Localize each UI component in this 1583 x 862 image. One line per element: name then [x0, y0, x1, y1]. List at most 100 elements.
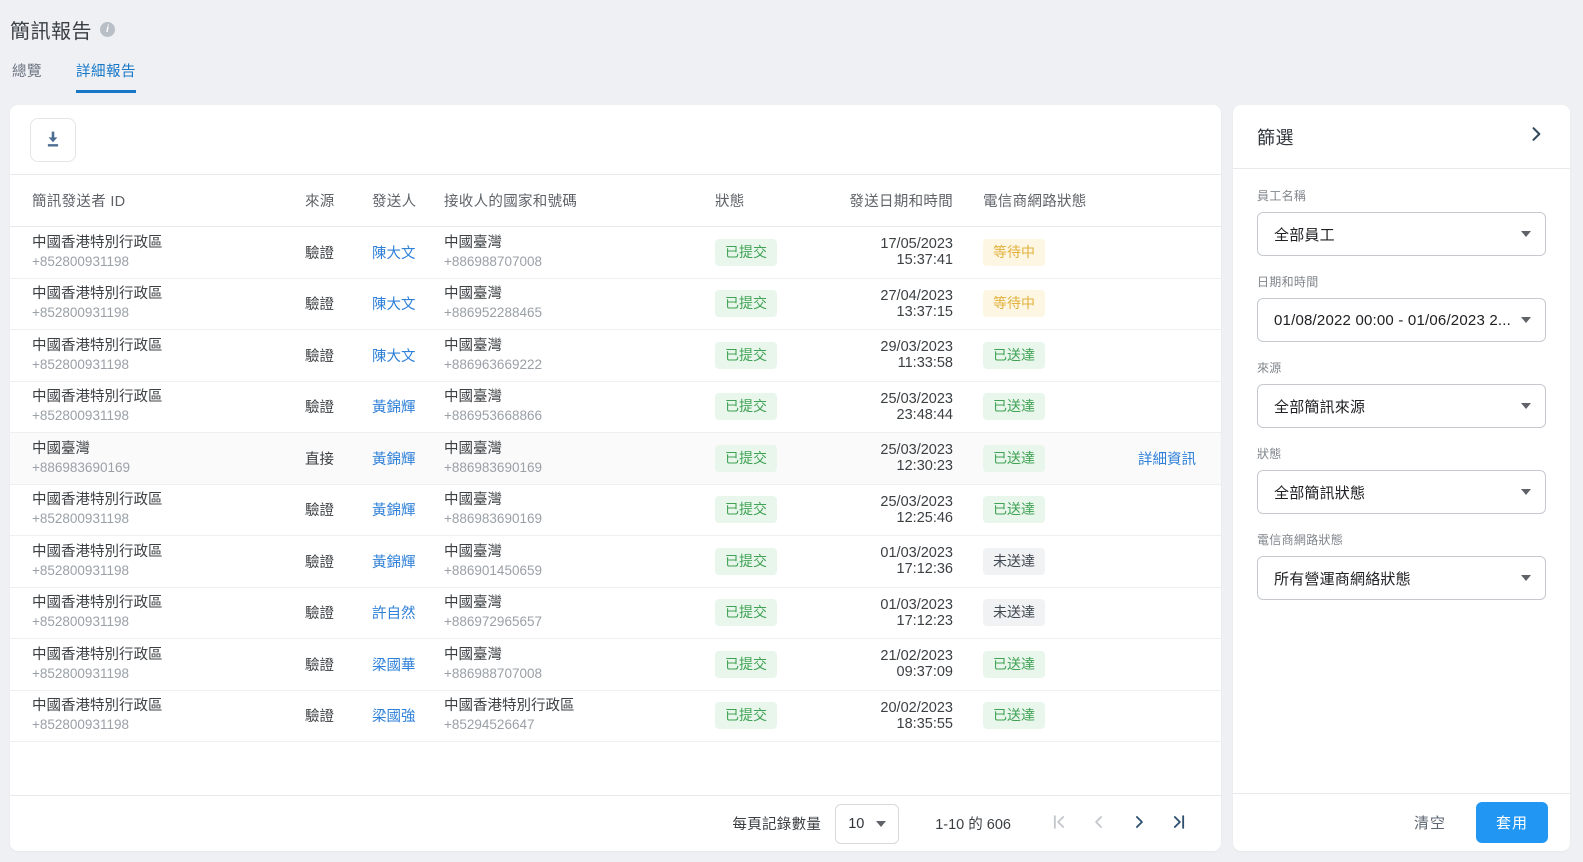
last-page-button[interactable]: [1159, 804, 1199, 844]
detail-info-link[interactable]: 詳細資訊: [1138, 452, 1196, 468]
recipient-country: 中國臺灣: [444, 234, 502, 251]
sender-country: 中國香港特別行政區: [32, 698, 163, 715]
table-row[interactable]: 中國香港特別行政區 +852800931198 驗證 梁國強 中國香港特別行政區…: [10, 691, 1221, 742]
filter-field: 員工名稱 全部員工: [1257, 187, 1546, 256]
chevron-down-icon: [1521, 231, 1531, 237]
table-row[interactable]: 中國香港特別行政區 +852800931198 驗證 黃錦輝 中國臺灣 +886…: [10, 485, 1221, 536]
tab-overview[interactable]: 總覽: [12, 60, 42, 93]
sender-country: 中國香港特別行政區: [32, 337, 163, 354]
table-row[interactable]: 中國香港特別行政區 +852800931198 驗證 黃錦輝 中國臺灣 +886…: [10, 382, 1221, 433]
recipient-number: +886963669222: [444, 356, 542, 372]
column-header-recipient: 接收人的國家和號碼: [444, 194, 578, 210]
carrier-status-badge: 已送達: [983, 650, 1045, 678]
recipient-country: 中國臺灣: [444, 646, 502, 663]
page-size-select[interactable]: 10: [835, 803, 900, 844]
next-page-button[interactable]: [1119, 804, 1159, 844]
table-row[interactable]: 中國香港特別行政區 +852800931198 驗證 陳大文 中國臺灣 +886…: [10, 279, 1221, 330]
sender-name-link[interactable]: 許自然: [372, 602, 444, 623]
filter-field-select[interactable]: 全部員工: [1257, 212, 1546, 256]
sender-number: +852800931198: [32, 408, 129, 424]
sender-name-link[interactable]: 梁國華: [372, 654, 444, 675]
table-row[interactable]: 中國香港特別行政區 +852800931198 驗證 黃錦輝 中國臺灣 +886…: [10, 536, 1221, 588]
carrier-status-badge: 已送達: [983, 341, 1045, 369]
filter-field: 日期和時間 01/08/2022 00:00 - 01/06/2023 2...: [1257, 273, 1546, 342]
table-row[interactable]: 中國香港特別行政區 +852800931198 驗證 梁國華 中國臺灣 +886…: [10, 639, 1221, 691]
filter-field-select[interactable]: 全部簡訊來源: [1257, 384, 1546, 428]
filter-panel-header: 篩選: [1233, 105, 1570, 169]
filter-field-select[interactable]: 全部簡訊狀態: [1257, 470, 1546, 514]
carrier-status-cell: 等待中: [953, 238, 1138, 266]
filter-field-label: 狀態: [1257, 447, 1282, 461]
source-cell: 驗證: [305, 657, 334, 674]
recipient-number: +886952288465: [444, 305, 542, 321]
table-row[interactable]: 中國香港特別行政區 +852800931198 驗證 陳大文 中國臺灣 +886…: [10, 330, 1221, 382]
carrier-status-badge: 等待中: [983, 238, 1045, 266]
filter-field-select[interactable]: 所有營運商網絡狀態: [1257, 556, 1546, 600]
table-header-row: 簡訊發送者 ID 來源 發送人 接收人的國家和號碼 狀態 發送日期和時間 電信商…: [10, 175, 1221, 227]
status-badge: 已提交: [715, 650, 777, 678]
collapse-panel-icon[interactable]: [1526, 124, 1546, 149]
datetime-cell: 29/03/2023 11:33:58: [880, 339, 953, 372]
filter-field-label: 日期和時間: [1257, 275, 1319, 289]
source-cell: 驗證: [305, 503, 334, 520]
source-cell: 驗證: [305, 554, 334, 571]
sender-name-link[interactable]: 陳大文: [372, 293, 444, 314]
column-header-carrier-status: 電信商網路狀態: [983, 194, 1087, 210]
sender-name-link[interactable]: 梁國強: [372, 705, 444, 726]
filter-field-select[interactable]: 01/08/2022 00:00 - 01/06/2023 2...: [1257, 298, 1546, 342]
download-button[interactable]: [30, 118, 76, 162]
datetime-cell: 27/04/2023 13:37:15: [880, 287, 953, 320]
clear-filters-button[interactable]: 清空: [1414, 812, 1446, 833]
pagination-range: 1-10 的 606: [935, 817, 1011, 833]
tab-detailed-report[interactable]: 詳細報告: [76, 60, 136, 93]
source-cell: 驗證: [305, 400, 334, 417]
recipient-number: +886901450659: [444, 562, 542, 578]
records-per-page-label: 每頁記錄數量: [732, 817, 822, 833]
source-cell: 直接: [305, 451, 334, 468]
info-icon[interactable]: [100, 22, 115, 37]
table-row[interactable]: 中國香港特別行政區 +852800931198 驗證 許自然 中國臺灣 +886…: [10, 588, 1221, 639]
pagination-bar: 每頁記錄數量 10 1-10 的 606: [10, 795, 1221, 851]
table-toolbar: [10, 105, 1221, 175]
column-header-datetime: 發送日期和時間: [849, 194, 953, 210]
carrier-status-cell: 已送達: [953, 496, 1138, 524]
recipient-cell: 中國臺灣 +886953668866: [444, 388, 715, 425]
first-page-button[interactable]: [1039, 804, 1079, 844]
status-badge: 已提交: [715, 702, 777, 730]
table-row[interactable]: 中國臺灣 +886983690169 直接 黃錦輝 中國臺灣 +88698369…: [10, 433, 1221, 485]
column-header-source: 來源: [305, 194, 335, 210]
datetime-cell: 21/02/2023 09:37:09: [880, 648, 953, 681]
source-cell: 驗證: [305, 297, 334, 314]
sender-name-link[interactable]: 黃錦輝: [372, 448, 444, 469]
filter-field-label: 員工名稱: [1257, 189, 1307, 203]
datetime-cell: 01/03/2023 17:12:23: [880, 596, 953, 629]
previous-page-button[interactable]: [1079, 804, 1119, 844]
sender-number: +852800931198: [32, 253, 129, 269]
sender-name-link[interactable]: 黃錦輝: [372, 499, 444, 520]
carrier-status-badge: 已送達: [983, 393, 1045, 421]
sender-cell: 中國香港特別行政區 +852800931198: [32, 285, 305, 322]
sender-name-link[interactable]: 陳大文: [372, 242, 444, 263]
filter-field-value: 所有營運商網絡狀態: [1274, 570, 1411, 588]
filter-fields: 員工名稱 全部員工 日期和時間 01/08/2022 00:00 - 01/06…: [1233, 169, 1570, 617]
status-cell: 已提交: [715, 341, 825, 369]
status-badge: 已提交: [715, 290, 777, 318]
apply-filters-button[interactable]: 套用: [1475, 802, 1548, 843]
sender-name-link[interactable]: 黃錦輝: [372, 551, 444, 572]
sender-country: 中國香港特別行政區: [32, 492, 163, 509]
recipient-number: +886983690169: [444, 511, 542, 527]
carrier-status-cell: 已送達: [953, 444, 1138, 472]
recipient-country: 中國臺灣: [444, 286, 502, 303]
sender-name-link[interactable]: 陳大文: [372, 345, 444, 366]
source-cell: 驗證: [305, 245, 334, 262]
datetime-cell: 25/03/2023 12:25:46: [880, 493, 953, 526]
recipient-number: +886953668866: [444, 408, 542, 424]
status-cell: 已提交: [715, 238, 825, 266]
recipient-country: 中國臺灣: [444, 543, 502, 560]
sender-name-link[interactable]: 黃錦輝: [372, 396, 444, 417]
table-row[interactable]: 中國香港特別行政區 +852800931198 驗證 陳大文 中國臺灣 +886…: [10, 227, 1221, 279]
chevron-down-icon: [1521, 403, 1531, 409]
recipient-cell: 中國臺灣 +886952288465: [444, 285, 715, 322]
page-title: 簡訊報告: [10, 21, 92, 43]
status-cell: 已提交: [715, 290, 825, 318]
